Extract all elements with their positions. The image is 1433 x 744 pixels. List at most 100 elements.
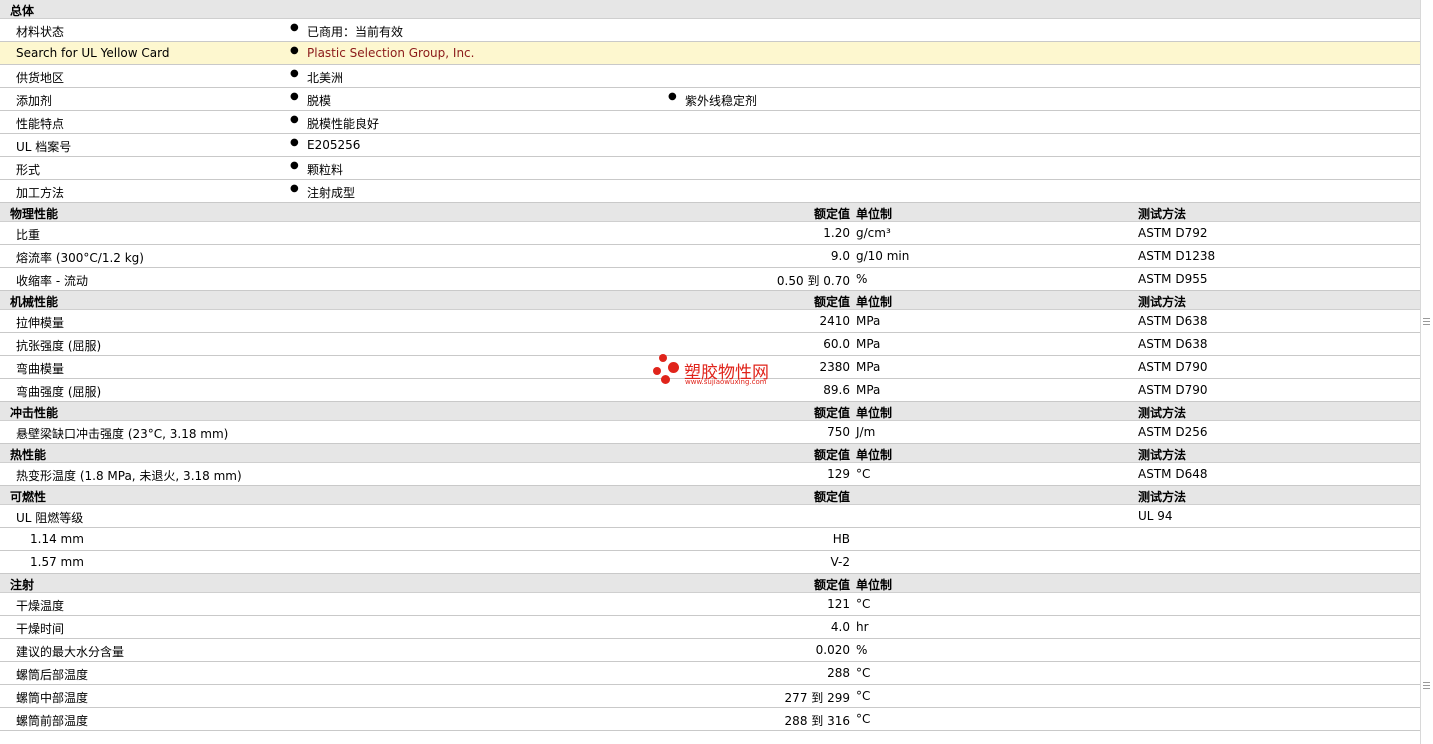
column-header-value: 额定值 — [813, 578, 850, 592]
column-header-method: 测试方法 — [1138, 207, 1187, 221]
column-header-unit: 单位制 — [856, 207, 893, 221]
property-label: 形式 — [16, 163, 41, 177]
property-value: 9.0 — [830, 249, 850, 263]
section-header: 热性能 额定值 单位制 测试方法 — [0, 444, 1421, 463]
test-method: ASTM D638 — [1138, 337, 1208, 351]
section-title: 总体 — [10, 4, 35, 18]
property-label: 螺筒前部温度 — [16, 714, 89, 728]
watermark-url: www.sujiaowuxing.com — [685, 378, 767, 386]
property-unit: °C — [856, 467, 871, 481]
section-title: 物理性能 — [10, 207, 59, 221]
property-value: 121 — [827, 597, 850, 611]
property-label: 螺筒后部温度 — [16, 668, 89, 682]
property-unit: hr — [856, 620, 869, 634]
test-method: ASTM D792 — [1138, 226, 1208, 240]
section-header: 可燃性 额定值 测试方法 — [0, 486, 1421, 505]
property-label: 供货地区 — [16, 71, 65, 85]
column-header-value: 额定值 — [813, 406, 850, 420]
test-method: ASTM D790 — [1138, 383, 1208, 397]
property-unit: °C — [856, 712, 871, 726]
column-header-method: 测试方法 — [1138, 490, 1187, 504]
property-unit: °C — [856, 597, 871, 611]
column-header-method: 测试方法 — [1138, 448, 1187, 462]
section-title: 可燃性 — [10, 490, 47, 504]
property-row: 拉伸模量 2410 MPa ASTM D638 — [0, 310, 1421, 333]
scrollbar[interactable] — [1420, 0, 1433, 744]
column-header-unit: 单位制 — [856, 578, 893, 592]
column-header-value: 额定值 — [813, 207, 850, 221]
bullet-icon: ● — [668, 91, 677, 102]
section-header: 注射 额定值 单位制 — [0, 574, 1421, 593]
watermark-logo: 塑胶物性网 www.sujiaowuxing.com — [653, 354, 793, 390]
property-row: 1.14 mm HB — [0, 528, 1421, 551]
property-label: 熔流率 (300°C/1.2 kg) — [16, 251, 144, 265]
property-value: 注射成型 — [307, 186, 356, 200]
property-row: 螺筒后部温度 288 °C — [0, 662, 1421, 685]
property-label: 1.57 mm — [30, 555, 84, 569]
scroll-grip — [1423, 318, 1430, 319]
property-row: 建议的最大水分含量 0.020% — [0, 639, 1421, 662]
property-row: 收缩率 - 流动 0.50 到 0.70% ASTM D955 — [0, 268, 1421, 291]
section-header: 冲击性能 额定值 单位制 测试方法 — [0, 402, 1421, 421]
property-value: 60.0 — [823, 337, 850, 351]
general-row: 供货地区 ● 北美洲 — [0, 65, 1421, 88]
property-value: 2410 — [819, 314, 850, 328]
scroll-grip — [1423, 321, 1430, 322]
property-value: 0.020 — [815, 643, 850, 657]
column-header-unit: 单位制 — [856, 406, 893, 420]
scroll-grip — [1423, 324, 1430, 325]
property-label: 抗张强度 (屈服) — [16, 339, 102, 353]
property-value: 129 — [827, 467, 850, 481]
bullet-icon: ● — [290, 160, 299, 171]
section-header-general: 总体 — [0, 0, 1421, 19]
column-header-method: 测试方法 — [1138, 406, 1187, 420]
property-row: 干燥时间 4.0 hr — [0, 616, 1421, 639]
bullet-icon: ● — [290, 183, 299, 194]
logo-dot — [653, 367, 661, 375]
property-value: 紫外线稳定剂 — [685, 94, 758, 108]
test-method: ASTM D638 — [1138, 314, 1208, 328]
logo-dot — [668, 362, 679, 373]
property-label: 材料状态 — [16, 25, 65, 39]
property-label: 比重 — [16, 228, 41, 242]
property-row: UL 阻燃等级 UL 94 — [0, 505, 1421, 528]
scroll-grip — [1423, 688, 1430, 689]
property-value: E205256 — [307, 138, 361, 152]
property-value: 288 — [827, 666, 850, 680]
property-label: 性能特点 — [16, 117, 65, 131]
property-label: 悬壁梁缺口冲击强度 (23°C, 3.18 mm) — [16, 427, 229, 441]
property-label: 加工方法 — [16, 186, 65, 200]
column-header-value: 额定值 — [813, 295, 850, 309]
property-value: 已商用：当前有效 — [307, 25, 404, 39]
property-label: 建议的最大水分含量 — [16, 645, 125, 659]
column-header-method: 测试方法 — [1138, 295, 1187, 309]
property-label: 热变形温度 (1.8 MPa, 未退火, 3.18 mm) — [16, 469, 242, 483]
property-label: 干燥温度 — [16, 599, 65, 613]
property-value: 277 到 299 — [784, 691, 850, 705]
property-row: 抗张强度 (屈服) 60.0 MPa ASTM D638 — [0, 333, 1421, 356]
test-method: UL 94 — [1138, 509, 1173, 523]
property-value: HB — [832, 532, 850, 546]
property-value: 750 — [827, 425, 850, 439]
supplier-link[interactable]: Plastic Selection Group, Inc. — [307, 46, 474, 60]
property-unit: MPa — [856, 314, 881, 328]
section-title: 热性能 — [10, 448, 47, 462]
scroll-grip — [1423, 682, 1430, 683]
bullet-icon: ● — [290, 45, 299, 56]
section-title: 机械性能 — [10, 295, 59, 309]
property-row: 比重 1.20 g/cm³ ASTM D792 — [0, 222, 1421, 245]
test-method: ASTM D256 — [1138, 425, 1208, 439]
bullet-icon: ● — [290, 137, 299, 148]
section-header: 机械性能 额定值 单位制 测试方法 — [0, 291, 1421, 310]
bullet-icon: ● — [290, 68, 299, 79]
property-row: 螺筒中部温度 277 到 299 °C — [0, 685, 1421, 708]
property-unit: g/cm³ — [856, 226, 891, 240]
property-unit: MPa — [856, 383, 881, 397]
bullet-icon: ● — [290, 91, 299, 102]
general-row: 加工方法 ● 注射成型 — [0, 180, 1421, 203]
property-row: 悬壁梁缺口冲击强度 (23°C, 3.18 mm) 750 J/m ASTM D256 — [0, 421, 1421, 444]
property-label: UL 阻燃等级 — [16, 511, 84, 525]
property-unit: MPa — [856, 337, 881, 351]
logo-dot — [659, 354, 667, 362]
property-unit: °C — [856, 666, 871, 680]
